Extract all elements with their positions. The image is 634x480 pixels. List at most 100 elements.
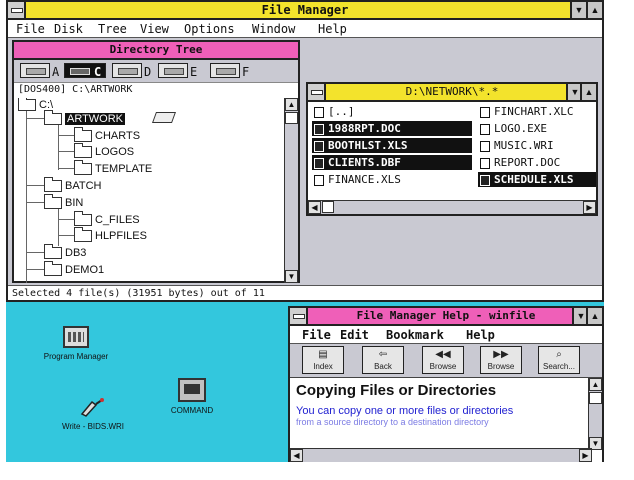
drive-d-icon[interactable] bbox=[112, 63, 142, 78]
menu-window[interactable]: Window bbox=[252, 22, 295, 36]
tree-vertical-scrollbar[interactable]: ▲ ▼ bbox=[284, 98, 298, 283]
file-item[interactable]: FINANCE.XLS bbox=[312, 172, 470, 187]
network-directory-window: D:\NETWORK\*.* ▼ ▲ [..] 1988RPT.DOC BOOT… bbox=[306, 82, 598, 216]
tree-node-logos[interactable]: LOGOS bbox=[74, 143, 134, 159]
tree-node-c-files[interactable]: C_FILES bbox=[74, 211, 140, 227]
document-icon bbox=[480, 140, 490, 152]
mdi-workspace: Directory Tree A C D E F [DOS400] C:\ART… bbox=[8, 38, 602, 285]
menu-view[interactable]: View bbox=[140, 22, 169, 36]
help-window-titlebar[interactable]: File Manager Help - winfile ▼ ▲ bbox=[290, 308, 602, 326]
drive-a-icon[interactable] bbox=[20, 63, 50, 78]
tree-node-bin[interactable]: BIN bbox=[44, 194, 83, 210]
file-item[interactable]: MUSIC.WRI bbox=[478, 138, 592, 153]
folder-icon bbox=[44, 194, 62, 210]
program-manager-icon bbox=[63, 326, 89, 348]
file-item[interactable]: BOOTHLST.XLS bbox=[312, 138, 472, 153]
file-item[interactable]: LOGO.EXE bbox=[478, 121, 592, 136]
menu-help[interactable]: Help bbox=[318, 22, 347, 36]
scroll-up-icon[interactable]: ▲ bbox=[285, 98, 298, 111]
document-icon bbox=[480, 174, 490, 186]
tree-node-template[interactable]: TEMPLATE bbox=[74, 160, 152, 176]
network-window-titlebar[interactable]: D:\NETWORK\*.* ▼ ▲ bbox=[308, 84, 596, 102]
tree-node-artwork[interactable]: ARTWORK bbox=[44, 110, 126, 126]
status-bar: Selected 4 file(s) (31951 bytes) out of … bbox=[8, 285, 602, 300]
file-item[interactable]: REPORT.DOC bbox=[478, 155, 592, 170]
help-window-title: File Manager Help - winfile bbox=[356, 309, 536, 322]
document-icon bbox=[314, 140, 324, 152]
menu-file[interactable]: File bbox=[16, 22, 45, 36]
folder-icon bbox=[74, 160, 92, 176]
minimize-icon[interactable]: ▼ bbox=[570, 2, 586, 18]
volume-path: [DOS400] C:\ARTWORK bbox=[18, 84, 133, 95]
folder-icon bbox=[18, 98, 36, 112]
index-button[interactable]: ▤ Index bbox=[302, 346, 344, 374]
scroll-down-icon[interactable]: ▼ bbox=[285, 270, 298, 283]
menu-disk[interactable]: Disk bbox=[54, 22, 83, 36]
menu-tree[interactable]: Tree bbox=[98, 22, 127, 36]
scroll-right-icon[interactable]: ▶ bbox=[583, 201, 596, 214]
search-button[interactable]: ⌕ Search... bbox=[538, 346, 580, 374]
maximize-icon[interactable]: ▲ bbox=[586, 308, 602, 324]
maximize-icon[interactable]: ▲ bbox=[580, 84, 596, 100]
scroll-left-icon[interactable]: ◀ bbox=[290, 449, 303, 462]
scroll-right-icon[interactable]: ▶ bbox=[579, 449, 592, 462]
write-desktop-icon[interactable]: Write - BIDS.WRI bbox=[50, 396, 136, 431]
drive-c-label[interactable]: C bbox=[94, 65, 101, 79]
tree-node-hlpfiles[interactable]: HLPFILES bbox=[74, 227, 147, 243]
file-item[interactable]: FINCHART.XLC bbox=[478, 104, 592, 119]
file-manager-titlebar[interactable]: File Manager ▼ ▲ bbox=[8, 2, 602, 20]
help-menu-file[interactable]: File bbox=[302, 328, 331, 342]
write-icon bbox=[78, 396, 108, 418]
maximize-icon[interactable]: ▲ bbox=[586, 2, 602, 18]
help-menu-help[interactable]: Help bbox=[466, 328, 495, 342]
file-item-parent[interactable]: [..] bbox=[312, 104, 470, 119]
tree-node-demo1[interactable]: DEMO1 bbox=[44, 261, 104, 277]
scroll-thumb[interactable] bbox=[285, 112, 298, 124]
browse-forward-button[interactable]: ▶▶ Browse bbox=[480, 346, 522, 374]
drive-f-label[interactable]: F bbox=[242, 65, 249, 79]
browse-back-button[interactable]: ◀◀ Browse bbox=[422, 346, 464, 374]
drive-d-label[interactable]: D bbox=[144, 65, 151, 79]
command-icon bbox=[178, 378, 206, 402]
rewind-icon: ◀◀ bbox=[435, 349, 451, 360]
directory-tree-titlebar[interactable]: Directory Tree bbox=[14, 42, 298, 60]
file-item[interactable]: 1988RPT.DOC bbox=[312, 121, 472, 136]
help-vertical-scrollbar[interactable]: ▲ ▼ bbox=[588, 378, 602, 450]
help-menu-edit[interactable]: Edit bbox=[340, 328, 369, 342]
drive-f-icon[interactable] bbox=[210, 63, 240, 78]
scroll-thumb[interactable] bbox=[589, 392, 602, 404]
document-icon bbox=[314, 123, 324, 135]
help-horizontal-scrollbar[interactable]: ◀ ▶ bbox=[290, 448, 592, 462]
up-folder-icon bbox=[314, 106, 324, 118]
help-paragraph: You can copy one or more files or direct… bbox=[296, 405, 514, 417]
scroll-thumb[interactable] bbox=[322, 201, 334, 213]
command-label: COMMAND bbox=[170, 406, 214, 415]
window-title: File Manager bbox=[261, 3, 349, 17]
program-file-icon bbox=[480, 123, 490, 135]
help-menu-bookmark[interactable]: Bookmark bbox=[386, 328, 444, 342]
command-desktop-icon[interactable]: COMMAND bbox=[156, 378, 228, 415]
write-label: Write - BIDS.WRI bbox=[61, 422, 125, 431]
drive-a-label[interactable]: A bbox=[52, 65, 59, 79]
back-arrow-icon: ⇦ bbox=[378, 349, 388, 360]
document-icon bbox=[314, 174, 324, 186]
directory-tree-title: Directory Tree bbox=[109, 43, 203, 56]
scroll-left-icon[interactable]: ◀ bbox=[308, 201, 321, 214]
drive-e-icon[interactable] bbox=[158, 63, 188, 78]
help-window: File Manager Help - winfile ▼ ▲ File Edi… bbox=[288, 306, 604, 462]
index-icon: ▤ bbox=[318, 349, 328, 360]
program-manager-label: Program Manager bbox=[43, 352, 109, 361]
file-list: [..] 1988RPT.DOC BOOTHLST.XLS CLIENTS.DB… bbox=[308, 102, 596, 202]
tree-node-db3[interactable]: DB3 bbox=[44, 244, 86, 260]
program-manager-desktop-icon[interactable]: Program Manager bbox=[36, 326, 116, 361]
file-item[interactable]: CLIENTS.DBF bbox=[312, 155, 472, 170]
back-button[interactable]: ⇦ Back bbox=[362, 346, 404, 374]
drive-e-label[interactable]: E bbox=[190, 65, 197, 79]
file-item[interactable]: SCHEDULE.XLS bbox=[478, 172, 596, 187]
menu-options[interactable]: Options bbox=[184, 22, 235, 36]
file-list-horizontal-scrollbar[interactable]: ◀ ▶ bbox=[308, 200, 596, 214]
search-icon: ⌕ bbox=[556, 349, 562, 360]
tree-node-charts[interactable]: CHARTS bbox=[74, 127, 140, 143]
tree-node-batch[interactable]: BATCH bbox=[44, 177, 101, 193]
scroll-up-icon[interactable]: ▲ bbox=[589, 378, 602, 391]
